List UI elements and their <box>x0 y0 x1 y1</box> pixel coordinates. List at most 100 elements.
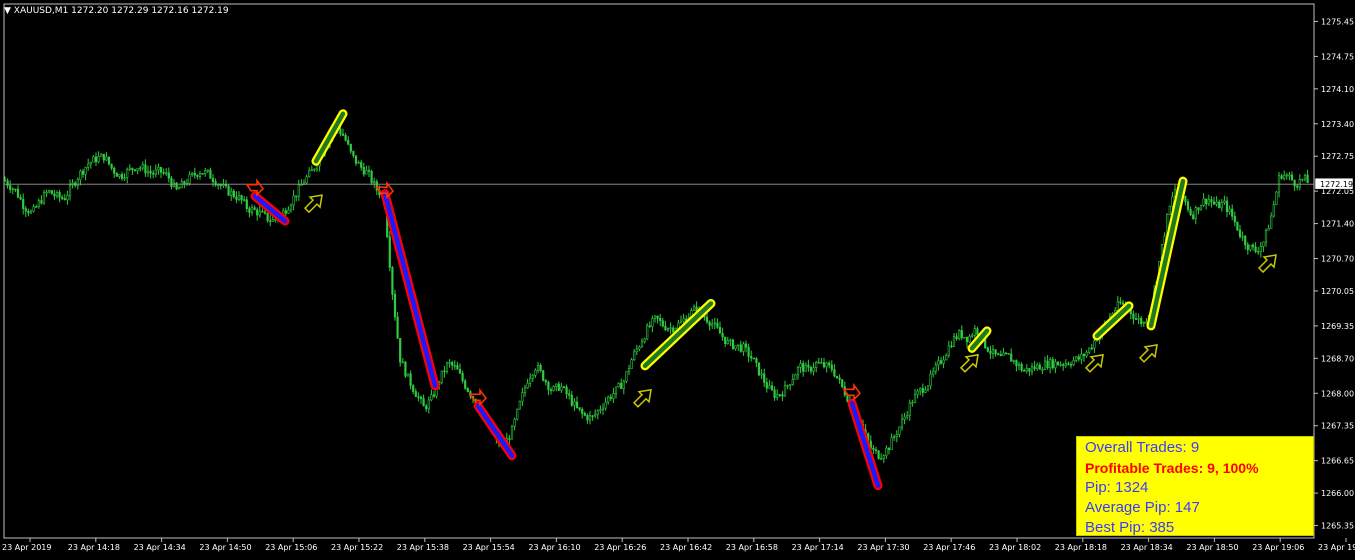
candle-body <box>451 362 454 366</box>
candle-body <box>682 318 685 322</box>
candle-body <box>885 447 888 456</box>
candle-body <box>118 174 121 177</box>
candle-body <box>89 161 92 165</box>
candle-layer <box>3 123 1309 464</box>
candle-body <box>1283 174 1286 179</box>
buy-arrow-icon <box>632 388 652 408</box>
candle-body <box>409 373 412 386</box>
candle-body <box>266 212 269 221</box>
candle-body <box>887 447 891 450</box>
y-tick-label: 1273.40 <box>1321 120 1354 129</box>
candle-body <box>305 176 308 184</box>
quote-values: 1272.20 1272.29 1272.16 1272.19 <box>71 6 229 16</box>
candle-body <box>973 328 976 336</box>
candle-body <box>68 184 72 196</box>
candle-body <box>287 209 290 214</box>
candle-body <box>440 370 443 383</box>
candle-body <box>1116 301 1119 311</box>
pip-total: Pip: 1324 <box>1085 479 1149 496</box>
candle-body <box>396 316 399 339</box>
candle-body <box>1033 366 1036 370</box>
candle-body <box>555 383 558 387</box>
collapse-triangle-icon[interactable]: ▼ <box>4 6 11 16</box>
sell-trade-inner <box>849 401 881 488</box>
candle-body <box>521 392 524 402</box>
candle-body <box>1028 368 1031 372</box>
candle-body <box>269 220 272 222</box>
candle-body <box>986 347 989 352</box>
candle-body <box>1012 360 1015 362</box>
candle-body <box>209 169 212 179</box>
candle-body <box>586 415 589 421</box>
candle-body <box>1189 209 1192 216</box>
candle-body <box>510 426 514 440</box>
candle-body <box>391 267 394 295</box>
candle-body <box>1023 370 1026 372</box>
candle-body <box>929 373 932 387</box>
candle-body <box>963 336 966 339</box>
candle-body <box>131 167 134 171</box>
candle-body <box>1025 368 1028 372</box>
candle-body <box>240 195 243 201</box>
candle-body <box>898 426 901 435</box>
candle-body <box>63 198 66 201</box>
candle-body <box>211 178 215 183</box>
candle-body <box>204 170 207 174</box>
candle-body <box>529 377 532 384</box>
candle-body <box>656 315 659 319</box>
candle-body <box>201 173 204 175</box>
candle-body <box>976 328 979 335</box>
candle-body <box>1285 174 1288 177</box>
candle-body <box>167 172 170 179</box>
buy-arrow-icon <box>1257 254 1277 274</box>
candle-body <box>1002 352 1005 356</box>
candle-body <box>373 181 376 184</box>
candle-body <box>573 401 576 406</box>
candle-body <box>643 338 646 343</box>
sell-trade-inner <box>475 403 515 458</box>
candle-body <box>932 371 935 375</box>
candle-body <box>1272 204 1275 217</box>
symbol-label: XAUUSD,M1 <box>13 6 69 16</box>
candle-body <box>1267 228 1270 231</box>
candle-body <box>653 315 657 319</box>
y-tick-label: 1270.05 <box>1321 287 1354 296</box>
candle-body <box>357 162 360 164</box>
candle-body <box>1085 351 1088 357</box>
candle-body <box>404 361 407 377</box>
x-tick-label: 23 Apr 14:34 <box>134 543 186 552</box>
candle-body <box>604 401 607 409</box>
candle-body <box>237 195 241 200</box>
y-tick-label: 1269.35 <box>1321 322 1354 331</box>
candle-body <box>1306 174 1309 183</box>
candle-body <box>1303 174 1307 180</box>
candle-body <box>677 322 680 329</box>
candle-body <box>1017 363 1021 367</box>
candle-body <box>1296 185 1299 188</box>
candle-body <box>614 386 618 394</box>
candle-body <box>877 450 880 459</box>
candle-body <box>911 402 914 404</box>
candle-body <box>100 153 103 157</box>
candle-body <box>94 156 98 163</box>
candle-body <box>310 169 313 172</box>
candle-body <box>708 321 711 326</box>
buy-trade-inner <box>642 301 714 369</box>
candle-body <box>157 166 160 171</box>
candle-body <box>120 174 124 179</box>
candle-body <box>994 349 997 355</box>
candle-body <box>744 343 748 348</box>
candle-body <box>718 327 722 334</box>
candle-body <box>594 413 597 417</box>
candle-body <box>518 400 521 410</box>
candle-body <box>950 345 953 348</box>
x-tick-label: 23 Apr 18:18 <box>1055 543 1107 552</box>
candle-body <box>669 327 672 330</box>
candle-body <box>422 398 425 407</box>
candle-body <box>235 196 238 200</box>
candle-body <box>729 339 732 342</box>
candle-body <box>926 385 930 391</box>
candle-body <box>890 437 893 450</box>
x-tick-label: 23 Apr 18:50 <box>1186 543 1238 552</box>
chart-window[interactable]: 1275.45 1274.75 1274.10 1273.40 1272.75 1272.… <box>0 0 1355 560</box>
